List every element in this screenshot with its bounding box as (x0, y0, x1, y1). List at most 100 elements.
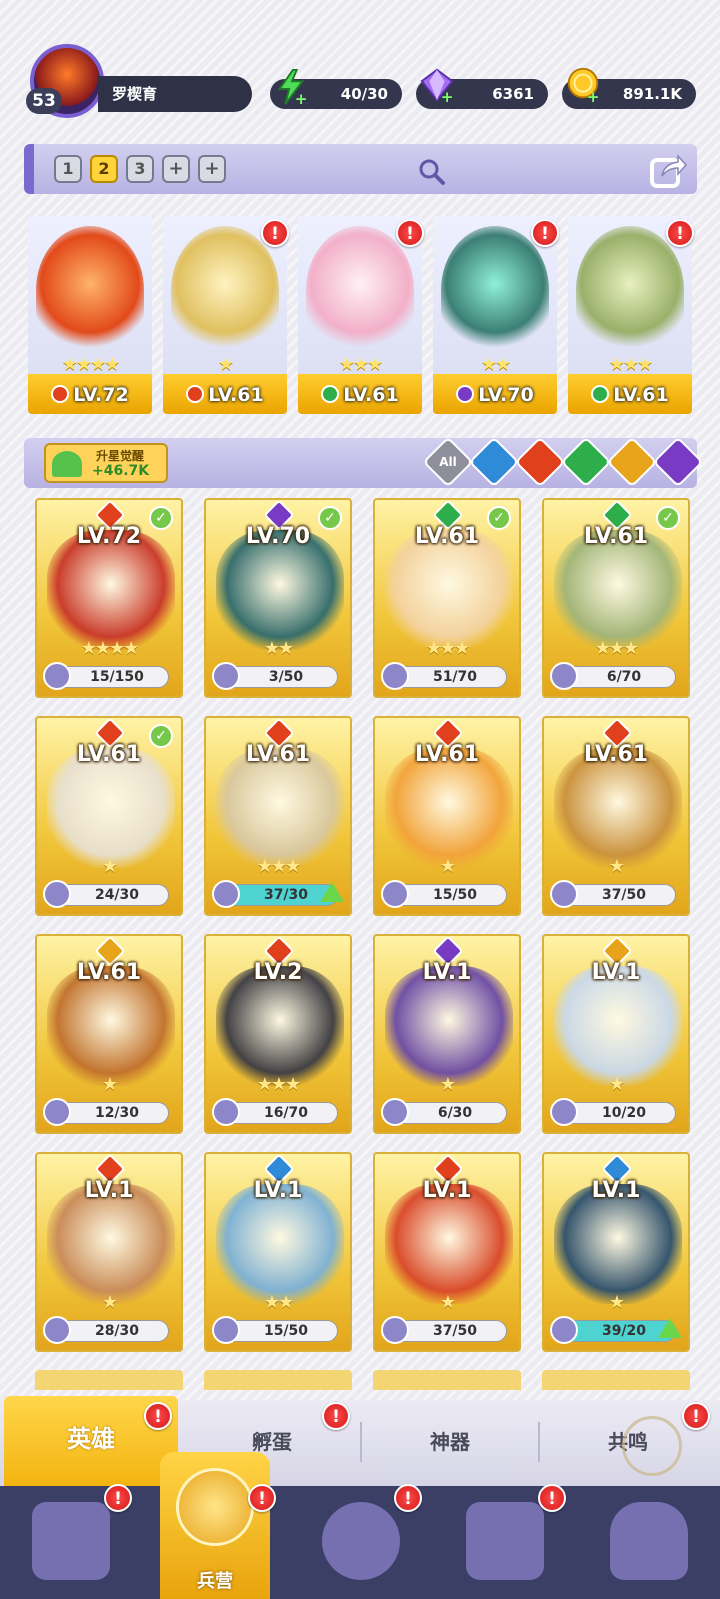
shard-icon (550, 880, 578, 908)
hero-card[interactable]: LV.61 ✓ ★★★ 6/70 (542, 498, 690, 698)
heart-icon (52, 451, 82, 477)
hero-stars: ★★★ (338, 354, 383, 375)
shard-icon (381, 662, 409, 690)
hero-portrait (171, 226, 279, 354)
notification-badge: ! (396, 219, 424, 247)
hero-card[interactable]: LV.61 ✓ ★★★ 51/70 (373, 498, 521, 698)
mushroom-icon[interactable] (610, 1502, 688, 1580)
hero-stars: ★ (439, 1074, 456, 1095)
gold-coin-icon: + (567, 67, 600, 104)
hero-card[interactable]: LV.61 ★ 12/30 (35, 934, 183, 1134)
hero-level: LV.61 (163, 384, 287, 406)
team-slot-2[interactable]: 2 (90, 155, 118, 183)
hero-card[interactable]: LV.61 ★★★ 37/30 (204, 716, 352, 916)
hero-card[interactable]: LV.1 ★ 37/50 (373, 1152, 521, 1352)
hero-level: LV.1 (253, 1178, 303, 1203)
hero-level-text: LV.70 (478, 384, 534, 406)
fire-element-icon (186, 385, 205, 403)
hero-card[interactable]: LV.1 ★ 39/20 (542, 1152, 690, 1352)
energy-value: 40/30 (340, 85, 388, 103)
hero-level: LV.61 (298, 384, 422, 406)
shard-icon (212, 1316, 240, 1344)
shard-icon (212, 662, 240, 690)
hero-stars: ★ (439, 856, 456, 877)
shard-icon (43, 1098, 71, 1126)
notification-badge: ! (144, 1402, 172, 1430)
hero-stars: ★★★ (594, 638, 639, 659)
hero-level: LV.1 (422, 960, 472, 985)
team-bar (24, 144, 697, 194)
gold-value: 891.1K (622, 85, 682, 103)
hero-level: LV.1 (591, 960, 641, 985)
gem-icon: + (420, 68, 454, 104)
hero-portrait (441, 226, 549, 354)
hero-card[interactable]: LV.72 ✓ ★★★★ 15/150 (35, 498, 183, 698)
hero-card[interactable]: LV.1 ★★ 15/50 (204, 1152, 352, 1352)
shard-icon (381, 1316, 409, 1344)
shard-icon (43, 1316, 71, 1344)
shard-icon (550, 1098, 578, 1126)
team-slot-3[interactable]: 3 (126, 155, 154, 183)
shard-icon (550, 1316, 578, 1344)
nav-barracks-label: 兵营 (197, 1571, 233, 1592)
hero-stars: ★★★ (608, 354, 653, 375)
hero-stars: ★ (608, 856, 625, 877)
hero-portrait (306, 226, 414, 354)
hero-level-text: LV.61 (613, 384, 669, 406)
hero-stars: ★ (101, 1292, 118, 1313)
star-awaken-button[interactable]: 升星觉醒 +46.7K (44, 443, 168, 483)
hero-card[interactable]: LV.61 ★ 37/50 (542, 716, 690, 916)
hero-stars: ★★★★ (61, 354, 121, 375)
hero-level: LV.1 (591, 1178, 641, 1203)
nav-barracks[interactable]: 兵营 (160, 1452, 270, 1599)
hero-card[interactable]: LV.2 ★★★ 16/70 (204, 934, 352, 1134)
castle-icon[interactable] (466, 1502, 544, 1580)
tab-artifact[interactable]: 神器 (362, 1412, 538, 1472)
hero-level: LV.2 (253, 960, 303, 985)
hero-level-text: LV.61 (208, 384, 264, 406)
search-icon[interactable] (416, 156, 446, 186)
notification-badge: ! (248, 1484, 276, 1512)
shard-icon (212, 880, 240, 908)
cards-icon[interactable] (32, 1502, 110, 1580)
shard-icon (550, 662, 578, 690)
hero-card[interactable]: LV.1 ★ 28/30 (35, 1152, 183, 1352)
hero-stars: ★★★★ (80, 638, 140, 659)
hero-card[interactable]: LV.1 ★ 6/30 (373, 934, 521, 1134)
fire-element-icon (51, 385, 70, 403)
shard-icon (43, 662, 71, 690)
hero-stars: ★★ (263, 638, 294, 659)
shard-icon (381, 1098, 409, 1126)
hero-card[interactable]: LV.70 ✓ ★★ 3/50 (204, 498, 352, 698)
team-slot-1[interactable]: 1 (54, 155, 82, 183)
hero-card-partial (373, 1370, 521, 1390)
hero-stars: ★★★ (425, 638, 470, 659)
svg-text:+: + (441, 88, 454, 104)
hero-stars: ★ (608, 1074, 625, 1095)
player-name[interactable]: 罗楔育 (98, 76, 252, 112)
nature-element-icon (321, 385, 340, 403)
notification-badge: ! (666, 219, 694, 247)
hero-level: LV.61 (245, 742, 311, 767)
map-book-icon[interactable] (322, 1502, 400, 1580)
hero-level: LV.72 (28, 384, 152, 406)
notification-badge: ! (394, 1484, 422, 1512)
notification-badge: ! (682, 1402, 710, 1430)
team-add-slot-4[interactable]: + (162, 155, 190, 183)
upgrade-arrow-icon (658, 1318, 682, 1338)
check-icon: ✓ (149, 506, 173, 530)
share-icon[interactable] (648, 150, 688, 190)
shard-icon (212, 1098, 240, 1126)
team-add-slot-5[interactable]: + (198, 155, 226, 183)
hero-card[interactable]: LV.61 ★ 15/50 (373, 716, 521, 916)
team-hero-card[interactable]: ★★★★ LV.72 (28, 216, 152, 414)
hero-stars: ★ (101, 1074, 118, 1095)
hero-level: LV.1 (84, 1178, 134, 1203)
hero-portrait (36, 226, 144, 354)
check-icon: ✓ (149, 724, 173, 748)
hero-card[interactable]: LV.61 ✓ ★ 24/30 (35, 716, 183, 916)
check-icon: ✓ (487, 506, 511, 530)
resonance-ring-icon (622, 1416, 682, 1476)
hero-stars: ★ (101, 856, 118, 877)
hero-card[interactable]: LV.1 ★ 10/20 (542, 934, 690, 1134)
